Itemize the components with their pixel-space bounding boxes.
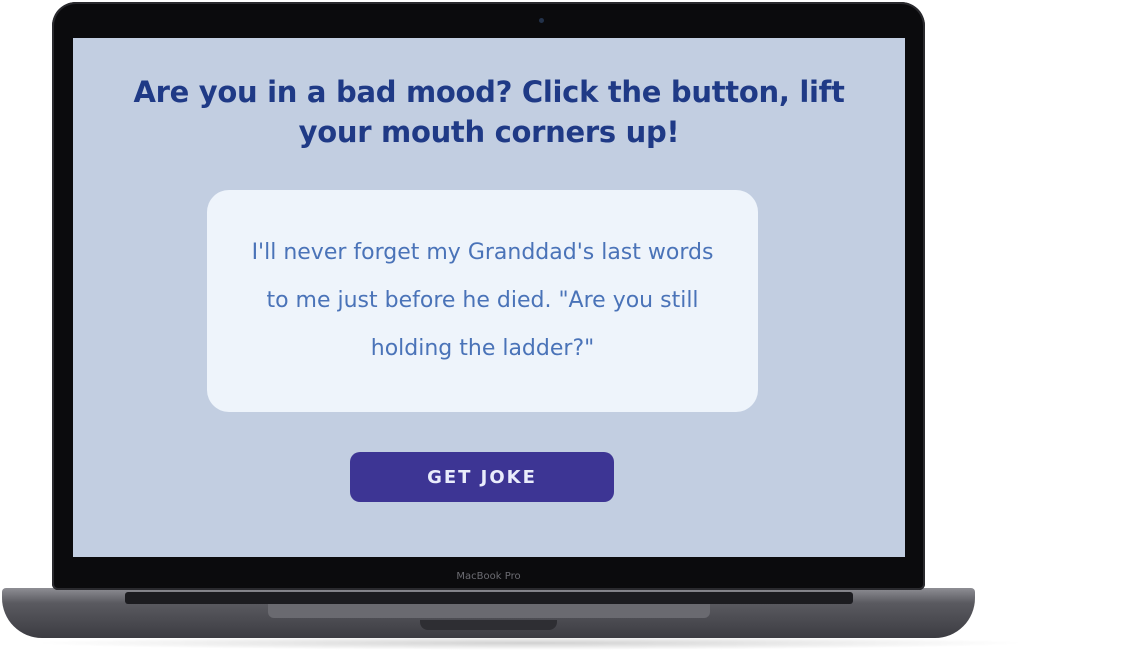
laptop-notch [420,620,557,630]
page-title: Are you in a bad mood? Click the button,… [133,75,845,149]
laptop-trackpad [268,604,710,618]
device-model-label: MacBook Pro [456,571,521,582]
joke-card: I'll never forget my Granddad's last wor… [207,190,758,412]
joke-text: I'll never forget my Granddad's last wor… [251,240,714,361]
laptop-keyboard [125,592,853,604]
camera-icon [539,18,544,23]
laptop-mockup: Are you in a bad mood? Click the button,… [0,0,1147,653]
laptop-shadow [30,636,1030,650]
get-joke-button[interactable]: GET JOKE [350,452,614,502]
app-screen: Are you in a bad mood? Click the button,… [73,38,905,557]
